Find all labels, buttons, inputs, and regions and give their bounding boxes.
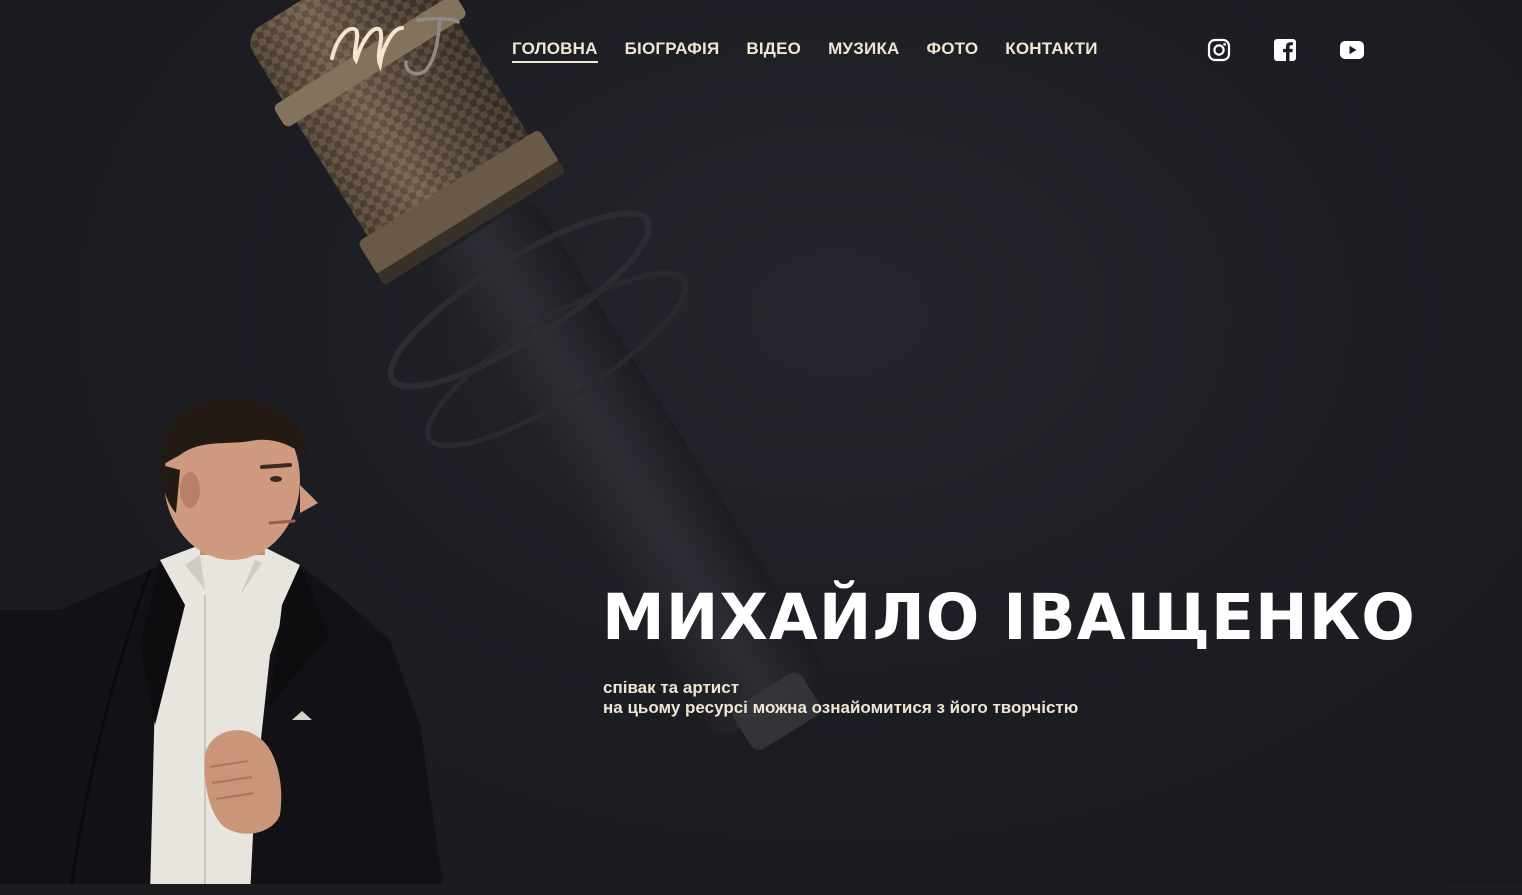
hero-page: ГОЛОВНА БІОГРАФІЯ ВІДЕО МУЗИКА ФОТО КОНТ…: [0, 0, 1522, 895]
nav-item-contacts[interactable]: КОНТАКТИ: [1005, 38, 1097, 63]
nav-item-music[interactable]: МУЗИКА: [828, 38, 899, 63]
facebook-icon[interactable]: [1272, 37, 1298, 63]
hero-subtitle: співак та артист на цьому ресурсі можна …: [603, 678, 1078, 718]
artist-name-title: МИХАЙЛО ІВАЩЕНКО: [602, 581, 1416, 654]
nav-item-home[interactable]: ГОЛОВНА: [512, 38, 598, 63]
nav-item-photo[interactable]: ФОТО: [927, 38, 979, 63]
main-nav: ГОЛОВНА БІОГРАФІЯ ВІДЕО МУЗИКА ФОТО КОНТ…: [512, 38, 1125, 63]
nav-item-biography[interactable]: БІОГРАФІЯ: [625, 38, 720, 63]
site-logo[interactable]: [322, 10, 462, 80]
instagram-icon[interactable]: [1206, 37, 1232, 63]
artist-photo: [0, 398, 445, 895]
nav-item-video[interactable]: ВІДЕО: [746, 38, 801, 63]
bottom-edge-strip: [0, 884, 1522, 895]
youtube-icon[interactable]: [1339, 37, 1365, 63]
hero-subtitle-line-2: на цьому ресурсі можна ознайомитися з йо…: [603, 698, 1079, 717]
hero-subtitle-line-1: співак та артист: [603, 678, 740, 697]
